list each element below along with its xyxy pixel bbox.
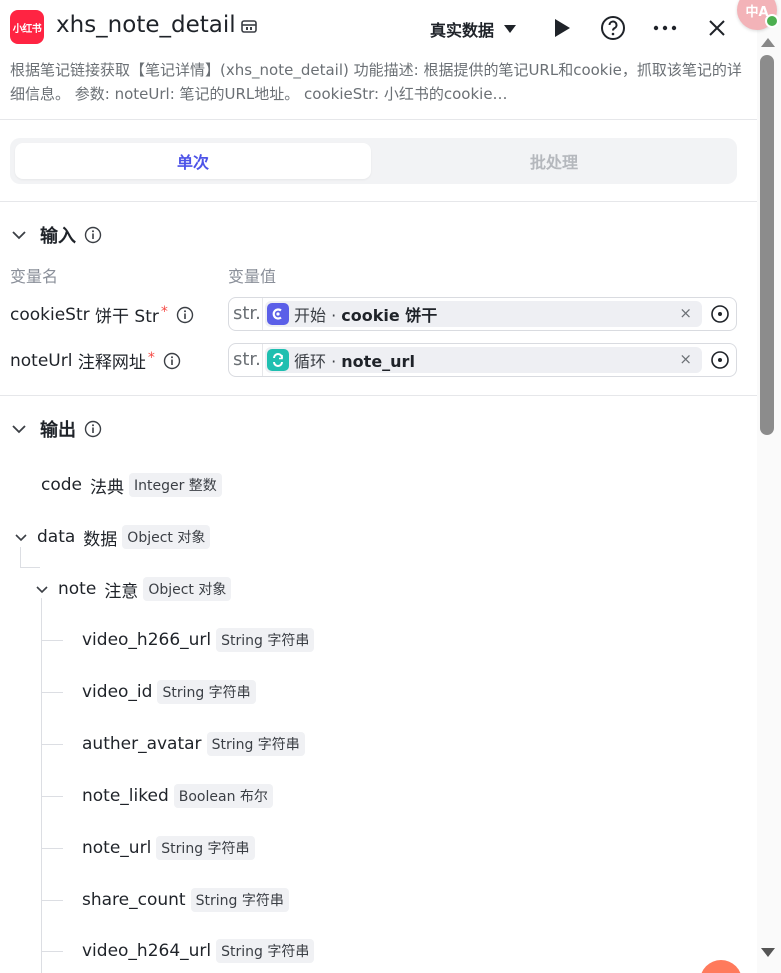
type-label: str.: [233, 349, 261, 370]
output-field-note-liked: note_liked Boolean 布尔: [82, 783, 273, 809]
info-icon[interactable]: [84, 420, 102, 438]
tree-line: [41, 951, 63, 952]
type-badge: String 字符串: [216, 939, 315, 963]
input-section-header[interactable]: 输入: [10, 223, 102, 247]
more-button[interactable]: [651, 14, 679, 42]
output-field-video-h266-url: video_h266_url String 字符串: [82, 627, 315, 653]
loop-node-icon: [267, 349, 289, 371]
type-badge: Boolean 布尔: [173, 784, 273, 808]
plugin-description: 根据笔记链接获取【笔记详情】(xhs_note_detail) 功能描述: 根据…: [10, 61, 742, 103]
plugin-title: xhs_note_detail: [56, 12, 236, 38]
close-icon: [709, 20, 725, 36]
tree-line: [41, 796, 63, 797]
scrollbar-thumb[interactable]: [760, 55, 774, 435]
output-field-share-count: share_count String 字符串: [82, 887, 289, 913]
tree-line: [20, 547, 21, 567]
info-icon[interactable]: [163, 352, 181, 370]
output-field-video-id: video_id String 字符串: [82, 679, 256, 705]
plugin-icon[interactable]: [240, 18, 258, 36]
type-badge: String 字符串: [190, 888, 289, 912]
param-name: cookieStr: [10, 304, 90, 325]
tab-batch[interactable]: 批处理: [376, 143, 732, 179]
note-url-value-field[interactable]: str. 循环 · note_url ×: [228, 343, 737, 377]
play-icon: [555, 19, 570, 37]
tree-line: [41, 640, 63, 641]
output-field-data[interactable]: data 数据 Object 对象: [13, 524, 211, 550]
type-badge: Object 对象: [143, 577, 232, 601]
param-cn-name: 注释网址: [77, 353, 146, 373]
plugin-detail-panel: 小红书 xhs_note_detail 真实数据 根据笔记链接获取【笔记详情】(…: [0, 0, 757, 973]
panel-header: 小红书 xhs_note_detail 真实数据: [0, 0, 757, 56]
variable-picker-icon[interactable]: [710, 304, 730, 324]
output-field-video-h264-url: video_h264_url String 字符串: [82, 938, 315, 964]
divider: [0, 395, 757, 396]
variable-name-header: 变量名: [10, 267, 59, 286]
required-mark: *: [160, 303, 168, 320]
chevron-down-icon[interactable]: [34, 581, 50, 597]
clear-icon[interactable]: ×: [679, 304, 692, 322]
info-icon[interactable]: [176, 306, 194, 324]
divider: [0, 119, 757, 120]
data-source-label: 真实数据: [430, 21, 495, 40]
chevron-down-icon[interactable]: [13, 529, 29, 545]
tree-line: [41, 900, 63, 901]
type-label: str.: [233, 303, 261, 324]
divider: [0, 201, 757, 202]
input-row-label: cookieStr 饼干 Str *: [10, 302, 194, 327]
param-cn-name: 饼干 Str: [95, 307, 159, 327]
tree-line: [41, 598, 42, 973]
type-badge: String 字符串: [157, 680, 256, 704]
tree-line: [41, 692, 63, 693]
variable-reference-chip[interactable]: 开始 · cookie 饼干 ×: [265, 301, 702, 327]
cookie-value-field[interactable]: str. 开始 · cookie 饼干 ×: [228, 297, 737, 331]
variable-picker-icon[interactable]: [710, 350, 730, 370]
tab-single[interactable]: 单次: [15, 143, 371, 179]
variable-reference-chip[interactable]: 循环 · note_url ×: [265, 347, 702, 373]
play-button[interactable]: [548, 14, 576, 42]
clear-icon[interactable]: ×: [679, 350, 692, 368]
start-node-icon: [267, 303, 289, 325]
type-badge: String 字符串: [206, 732, 305, 756]
check-icon: [765, 14, 779, 28]
reference-text: 循环 · note_url: [294, 352, 415, 371]
close-button[interactable]: [703, 14, 731, 42]
type-badge: String 字符串: [156, 836, 255, 860]
output-field-note[interactable]: note 注意 Object 对象: [34, 576, 232, 602]
divider: [262, 344, 263, 376]
input-row-label: noteUrl 注释网址 *: [10, 348, 181, 373]
reference-text: 开始 · cookie 饼干: [294, 306, 438, 325]
xhs-logo: 小红书: [10, 10, 44, 44]
chevron-down-icon: [12, 231, 26, 240]
help-icon: [601, 16, 625, 40]
chevron-down-icon: [12, 425, 26, 434]
output-field-code: code 法典 Integer 整数: [41, 472, 222, 498]
type-badge: Integer 整数: [129, 473, 222, 497]
output-field-auther-avatar: auther_avatar String 字符串: [82, 731, 305, 757]
output-section-title: 输出: [40, 420, 76, 441]
chevron-down-icon: [504, 25, 517, 33]
param-name: noteUrl: [10, 350, 73, 371]
info-icon[interactable]: [84, 226, 102, 244]
input-section-title: 输入: [40, 226, 76, 247]
divider: [262, 298, 263, 330]
tree-line: [41, 744, 63, 745]
help-button[interactable]: [599, 14, 627, 42]
tree-line: [41, 848, 63, 849]
output-section-header[interactable]: 输出: [10, 417, 102, 441]
type-badge: String 字符串: [216, 628, 315, 652]
scroll-up-arrow[interactable]: [761, 38, 775, 47]
type-badge: Object 对象: [122, 525, 211, 549]
more-icon: [653, 25, 677, 31]
variable-value-header: 变量值: [228, 267, 277, 286]
run-mode-tabs: 单次 批处理: [10, 138, 737, 184]
data-source-select[interactable]: 真实数据: [430, 17, 517, 41]
tree-line: [20, 567, 40, 568]
scroll-down-arrow[interactable]: [761, 948, 775, 957]
required-mark: *: [147, 349, 155, 366]
output-field-note-url: note_url String 字符串: [82, 835, 255, 861]
